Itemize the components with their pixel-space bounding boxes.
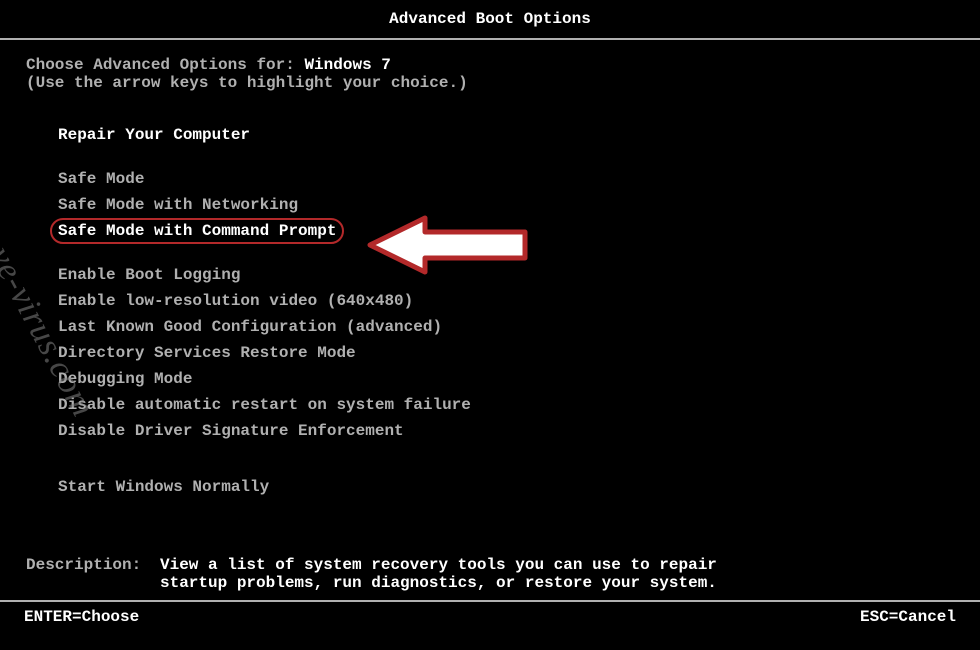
description-line2: startup problems, run diagnostics, or re… xyxy=(160,574,954,592)
description-label: Description: xyxy=(26,556,160,592)
boot-menu[interactable]: Repair Your Computer Safe Mode Safe Mode… xyxy=(26,122,954,500)
menu-start-normally[interactable]: Start Windows Normally xyxy=(50,474,277,500)
intro-hint: (Use the arrow keys to highlight your ch… xyxy=(26,74,954,92)
intro-prefix: Choose Advanced Options for: xyxy=(26,56,304,74)
menu-disable-driver-sig[interactable]: Disable Driver Signature Enforcement xyxy=(50,418,412,444)
intro-line: Choose Advanced Options for: Windows 7 xyxy=(26,56,954,74)
content-area: Choose Advanced Options for: Windows 7 (… xyxy=(0,40,980,592)
menu-safe-mode[interactable]: Safe Mode xyxy=(50,166,152,192)
boot-screen: Advanced Boot Options Choose Advanced Op… xyxy=(0,0,980,650)
footer-bar: ENTER=Choose ESC=Cancel xyxy=(0,600,980,626)
description-text: View a list of system recovery tools you… xyxy=(160,556,954,592)
menu-low-res-video[interactable]: Enable low-resolution video (640x480) xyxy=(50,288,421,314)
description-row: Description: View a list of system recov… xyxy=(26,556,954,592)
page-title: Advanced Boot Options xyxy=(389,10,591,28)
menu-directory-services-restore[interactable]: Directory Services Restore Mode xyxy=(50,340,364,366)
menu-repair-computer[interactable]: Repair Your Computer xyxy=(50,122,258,148)
menu-safe-mode-command-prompt[interactable]: Safe Mode with Command Prompt xyxy=(50,218,344,244)
title-bar: Advanced Boot Options xyxy=(0,0,980,40)
description-line1: View a list of system recovery tools you… xyxy=(160,556,954,574)
menu-enable-boot-logging[interactable]: Enable Boot Logging xyxy=(50,262,248,288)
intro-os: Windows 7 xyxy=(304,56,390,74)
menu-safe-mode-networking[interactable]: Safe Mode with Networking xyxy=(50,192,306,218)
footer-enter-hint: ENTER=Choose xyxy=(24,608,139,626)
footer-esc-hint: ESC=Cancel xyxy=(860,608,956,626)
menu-disable-auto-restart[interactable]: Disable automatic restart on system fail… xyxy=(50,392,479,418)
menu-debugging-mode[interactable]: Debugging Mode xyxy=(50,366,200,392)
menu-last-known-good[interactable]: Last Known Good Configuration (advanced) xyxy=(50,314,450,340)
